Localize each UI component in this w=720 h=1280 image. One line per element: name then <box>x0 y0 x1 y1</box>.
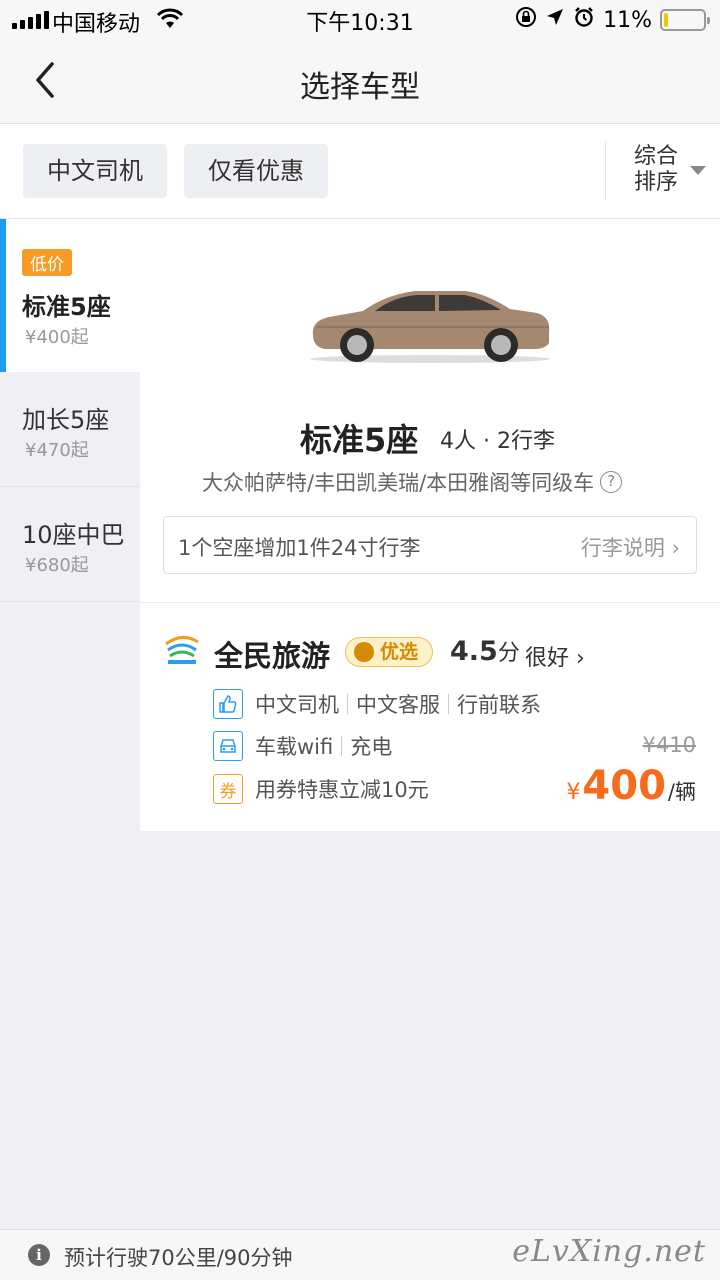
coupon-icon: 券 <box>213 774 243 804</box>
preferred-badge: 优选 <box>345 637 434 667</box>
trip-estimate-bar: i 预计行驶70公里/90分钟 eLvXing.net <box>0 1229 720 1280</box>
sidebar-item-price: ¥680起 <box>25 555 89 576</box>
sort-label: 综合 排序 <box>634 144 679 195</box>
question-icon[interactable]: ? <box>600 471 623 493</box>
sidebar-item-price: ¥400起 <box>25 327 89 348</box>
vehicle-capacity: 4人 · 2行李 <box>440 429 555 454</box>
sidebar-item-price: ¥470起 <box>25 440 89 461</box>
watermark: eLvXing.net <box>512 1234 706 1269</box>
low-price-badge: 低价 <box>22 249 72 276</box>
sidebar-item-label: 加长5座 <box>22 406 110 434</box>
car-features: 车载wifi 充电 <box>213 731 392 761</box>
vendor-score: 4.5分 <box>450 636 520 667</box>
preferred-icon <box>354 642 374 662</box>
original-price: ¥410 <box>642 733 696 757</box>
sidebar-item-label: 10座中巴 <box>22 521 125 549</box>
vehicle-detail-panel: 标准5座 4人 · 2行李 大众帕萨特/丰田凯美瑞/本田雅阁等同级车 ? 1个空… <box>140 219 720 831</box>
vehicle-title: 标准5座 <box>300 421 419 459</box>
coupon-row: 券 用券特惠立减10元 <box>213 774 429 804</box>
luggage-explain-link[interactable]: 行李说明 › <box>581 532 680 562</box>
filter-bar: 中文司机 仅看优惠 综合 排序 <box>0 124 720 219</box>
page-title: 选择车型 <box>300 70 420 105</box>
luggage-note: 1个空座增加1件24寸行李 <box>178 536 421 560</box>
sidebar-item-standard-5-seat[interactable]: 低价 标准5座 ¥400起 <box>0 219 140 372</box>
location-arrow-icon <box>545 7 565 33</box>
car-icon <box>213 731 243 761</box>
filter-chinese-driver[interactable]: 中文司机 <box>23 144 167 198</box>
sidebar-item-label: 标准5座 <box>22 293 111 321</box>
thumbs-up-icon <box>213 689 243 719</box>
alarm-icon <box>573 6 595 34</box>
caret-down-icon <box>690 166 706 175</box>
vendor-name[interactable]: 全民旅游 <box>214 633 330 675</box>
battery-icon <box>660 9 710 31</box>
vendor-logo <box>165 636 199 664</box>
sort-dropdown[interactable]: 综合 排序 <box>605 142 720 200</box>
vehicle-models-text: 大众帕萨特/丰田凯美瑞/本田雅阁等同级车 <box>202 471 595 495</box>
sidebar-item-extended-5-seat[interactable]: 加长5座 ¥470起 <box>0 372 140 487</box>
info-icon: i <box>28 1244 50 1266</box>
sedan-car-image <box>310 291 550 363</box>
battery-percent: 11% <box>603 7 652 33</box>
filter-discount-only[interactable]: 仅看优惠 <box>184 144 328 198</box>
vehicle-type-sidebar: 低价 标准5座 ¥400起 加长5座 ¥470起 10座中巴 ¥680起 <box>0 219 140 602</box>
vendor-rating-link[interactable]: 很好 › <box>525 640 585 672</box>
sidebar-item-10-seat-minibus[interactable]: 10座中巴 ¥680起 <box>0 487 140 602</box>
nav-bar: 选择车型 <box>0 40 720 124</box>
trip-estimate: 预计行驶70公里/90分钟 <box>64 1246 293 1270</box>
rotation-lock-icon <box>515 6 537 34</box>
vehicle-models: 大众帕萨特/丰田凯美瑞/本田雅阁等同级车 ? <box>202 467 623 497</box>
divider <box>140 602 720 603</box>
coupon-text: 用券特惠立减10元 <box>255 778 429 802</box>
service-features: 中文司机 中文客服 行前联系 <box>213 689 541 719</box>
status-bar: 中国移动 下午10:31 11% <box>0 0 720 40</box>
luggage-info-row[interactable]: 1个空座增加1件24寸行李 行李说明 › <box>163 516 697 574</box>
current-price[interactable]: ¥ 400 /辆 <box>566 763 696 809</box>
battery-level <box>664 13 668 27</box>
